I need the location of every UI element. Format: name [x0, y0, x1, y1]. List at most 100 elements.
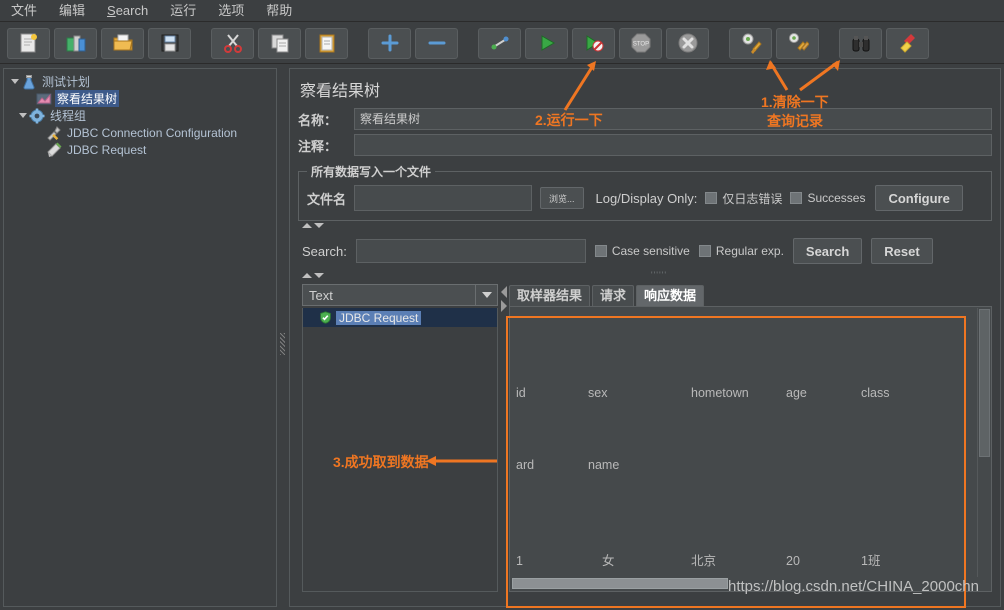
chevron-down-icon[interactable] — [475, 285, 497, 305]
play-icon — [541, 35, 555, 51]
start-no-pauses-button[interactable] — [572, 27, 615, 59]
open-button[interactable] — [101, 27, 144, 59]
menu-run[interactable]: 运行 — [159, 1, 207, 21]
save-icon — [161, 34, 178, 52]
write-results-group: 所有数据写入一个文件 文件名 浏览... Log/Display Only: 仅… — [298, 163, 992, 221]
list-item[interactable]: JDBC Request — [303, 308, 497, 327]
search-submit-button[interactable]: Search — [792, 238, 863, 264]
toggle-button[interactable] — [478, 27, 521, 59]
scrollbar-thumb[interactable] — [512, 578, 728, 589]
templates-button[interactable] — [54, 27, 97, 59]
chevron-down-icon[interactable] — [10, 76, 21, 87]
arrow-left-icon[interactable] — [501, 286, 507, 298]
column-header-age: age — [786, 386, 807, 400]
reset-search-button[interactable] — [886, 27, 929, 59]
menu-search[interactable]: Search — [96, 1, 159, 21]
checkbox-box[interactable] — [594, 245, 607, 257]
menu-options[interactable]: 选项 — [207, 1, 255, 21]
broom-icon — [899, 34, 915, 53]
scroll-arrows-top[interactable] — [298, 221, 992, 230]
toolbar: STOP — [0, 23, 1004, 64]
menu-help[interactable]: 帮助 — [255, 1, 303, 21]
split-grip-horizontal[interactable]: '''''' — [326, 270, 992, 280]
stop-button[interactable]: STOP — [619, 27, 662, 59]
scroll-arrows-bottom[interactable]: '''''' — [298, 268, 992, 282]
render-selector[interactable]: Text — [302, 284, 498, 306]
table-row: 1 女 北京 20 1班 — [516, 549, 975, 573]
copy-button[interactable] — [258, 27, 301, 59]
clear-all-button[interactable] — [776, 27, 819, 59]
chevron-down-icon[interactable] — [18, 110, 29, 121]
arrow-up-icon[interactable] — [302, 272, 312, 278]
browse-button[interactable]: 浏览... — [540, 187, 584, 209]
column-header-name-wrap: name — [588, 458, 620, 472]
errors-only-checkbox[interactable]: 仅日志错误 — [705, 190, 782, 207]
checkbox-box[interactable] — [790, 192, 803, 204]
split-grip[interactable] — [280, 333, 285, 355]
cut-button[interactable] — [211, 27, 254, 59]
clipboard-icon — [319, 34, 334, 53]
play-no-pause-icon — [586, 35, 603, 52]
new-test-plan-button[interactable] — [7, 27, 50, 59]
tree-node-view-results-tree[interactable]: 察看结果树 — [8, 90, 276, 107]
shutdown-button[interactable] — [666, 27, 709, 59]
name-row: 名称： 察看结果树 — [298, 107, 992, 131]
arrow-down-icon[interactable] — [314, 272, 324, 278]
tree-node-jdbc-connection-configuration[interactable]: JDBC Connection Configuration — [8, 124, 276, 141]
search-input[interactable] — [355, 239, 586, 263]
expand-button[interactable] — [368, 27, 411, 59]
clear-all-icon — [788, 33, 809, 51]
search-bar: Search: Case sensitive Regular exp. Sear… — [298, 234, 992, 268]
menu-file[interactable]: 文件 — [0, 1, 48, 21]
test-plan-tree[interactable]: 测试计划 察看结果树 线程组 JDBC Connection Configura… — [3, 68, 277, 607]
case-sensitive-checkbox[interactable]: Case sensitive — [594, 244, 690, 258]
tab-request[interactable]: 请求 — [592, 285, 635, 306]
tree-node-test-plan[interactable]: 测试计划 — [8, 73, 276, 90]
tab-response-data[interactable]: 响应数据 — [636, 285, 705, 306]
checkbox-box[interactable] — [698, 245, 711, 257]
save-button[interactable] — [148, 27, 191, 59]
arrow-right-icon[interactable] — [501, 300, 507, 312]
search-label: Search: — [302, 243, 347, 259]
successes-checkbox[interactable]: Successes — [790, 191, 865, 205]
shutdown-icon — [678, 33, 697, 53]
tree-node-thread-group[interactable]: 线程组 — [8, 107, 276, 124]
comment-label: 注释： — [298, 138, 338, 154]
collapse-button[interactable] — [415, 27, 458, 59]
column-header-hometown: hometown — [691, 386, 749, 400]
stop-icon: STOP — [631, 33, 650, 53]
response-horizontal-scrollbar[interactable] — [511, 577, 976, 590]
configure-button[interactable]: Configure — [875, 185, 963, 211]
tab-sampler-result[interactable]: 取样器结果 — [509, 285, 591, 306]
tree-node-jdbc-request[interactable]: JDBC Request — [8, 141, 276, 158]
arrow-up-icon[interactable] — [302, 223, 312, 228]
name-input[interactable]: 察看结果树 — [354, 108, 992, 130]
checkbox-box[interactable] — [705, 192, 718, 204]
tree-node-label: JDBC Connection Configuration — [67, 125, 238, 140]
search-button[interactable] — [839, 27, 882, 59]
toggle-icon — [490, 36, 509, 50]
results-split-divider[interactable] — [500, 284, 508, 592]
split-divider[interactable] — [278, 68, 288, 607]
filename-input[interactable] — [354, 185, 533, 211]
start-button[interactable] — [525, 27, 568, 59]
view-results-tree-panel: 察看结果树 名称： 察看结果树 注释： 所有数据写入一个文件 文件名 浏览...… — [289, 68, 1001, 607]
thread-group-icon — [29, 108, 45, 123]
response-data-view[interactable]: id sex hometown age class ard name 1 女 北… — [509, 306, 992, 592]
column-header-id: id — [516, 386, 526, 400]
sampler-result-list[interactable]: JDBC Request — [302, 308, 498, 592]
menu-edit[interactable]: 编辑 — [48, 1, 96, 21]
comment-input[interactable] — [354, 134, 992, 156]
reset-button[interactable]: Reset — [871, 238, 933, 264]
scrollbar-thumb[interactable] — [979, 309, 990, 457]
paste-button[interactable] — [305, 27, 348, 59]
arrow-down-icon[interactable] — [314, 223, 324, 228]
clear-button[interactable] — [729, 27, 772, 59]
errors-only-label: 仅日志错误 — [722, 191, 783, 206]
list-item-label: JDBC Request — [336, 310, 422, 325]
success-shield-icon — [320, 311, 331, 324]
response-data-text: id sex hometown age class ard name 1 女 北… — [516, 309, 975, 591]
result-tabs-container: 取样器结果 请求 响应数据 id sex hometown age class — [509, 284, 992, 592]
regular-exp-checkbox[interactable]: Regular exp. — [698, 244, 784, 258]
response-vertical-scrollbar[interactable] — [977, 308, 990, 577]
